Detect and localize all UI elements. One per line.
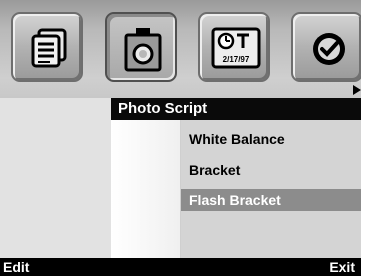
calendar-tile[interactable]: 2/17/97: [198, 12, 270, 82]
menu-gutter: [111, 120, 181, 258]
menu-item-bracket[interactable]: Bracket: [181, 159, 361, 181]
camera-tile[interactable]: [105, 12, 177, 82]
notes-tile[interactable]: [11, 12, 83, 82]
icon-toolbar: 2/17/97: [0, 0, 361, 98]
calendar-date-label: 2/17/97: [222, 55, 250, 64]
menu-item-flash-bracket[interactable]: Flash Bracket: [181, 189, 361, 211]
checkmark-icon: [313, 33, 345, 65]
softkey-exit[interactable]: Exit: [329, 258, 355, 276]
softkey-edit[interactable]: Edit: [3, 258, 29, 276]
menu-title: Photo Script: [111, 98, 361, 120]
checkmark-tile[interactable]: [291, 12, 361, 82]
camera-icon: [124, 28, 162, 72]
softkey-bar: Edit Exit: [0, 258, 361, 276]
notes-icon: [31, 28, 67, 68]
camera-screen: 2/17/97 Photo Script White Balance Brack…: [0, 0, 361, 276]
menu-item-white-balance[interactable]: White Balance: [181, 128, 361, 150]
scroll-right-arrow-icon[interactable]: [353, 85, 361, 95]
calendar-icon: [211, 27, 261, 69]
